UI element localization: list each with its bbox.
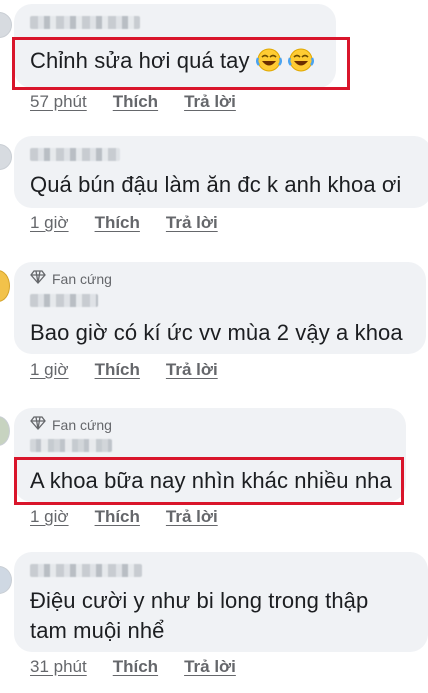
diamond-icon <box>30 270 46 287</box>
diamond-icon <box>30 416 46 433</box>
avatar[interactable] <box>0 12 12 38</box>
like-button[interactable]: Thích <box>95 507 140 527</box>
comment-actions: 1 giờ Thích Trả lời <box>30 360 218 380</box>
comment-actions: 57 phút Thích Trả lời <box>30 92 236 112</box>
author-name[interactable] <box>30 148 120 161</box>
comment-actions: 1 giờ Thích Trả lời <box>30 507 218 527</box>
comment-text: Bao giờ có kí ức vv mùa 2 vậy a khoa <box>30 320 403 345</box>
like-button[interactable]: Thích <box>113 92 158 112</box>
author-name[interactable] <box>30 439 112 452</box>
avatar[interactable] <box>0 416 10 446</box>
like-button[interactable]: Thích <box>95 213 140 233</box>
reply-button[interactable]: Trả lời <box>166 360 218 380</box>
comment-time[interactable]: 1 giờ <box>30 360 69 380</box>
reply-button[interactable]: Trả lời <box>166 213 218 233</box>
fan-badge: Fan cứng <box>30 416 112 433</box>
comment-text-line-1: Điệu cười y như bi long trong thập <box>30 588 369 613</box>
comment-time[interactable]: 31 phút <box>30 657 87 677</box>
author-name[interactable] <box>30 564 142 577</box>
comment-actions: 31 phút Thích Trả lời <box>30 657 236 677</box>
comment-time[interactable]: 1 giờ <box>30 507 69 527</box>
reply-button[interactable]: Trả lời <box>184 657 236 677</box>
comment-text: Chỉnh sửa hơi quá tay <box>30 48 315 78</box>
reply-button[interactable]: Trả lời <box>184 92 236 112</box>
fan-badge-label: Fan cứng <box>52 416 112 433</box>
like-button[interactable]: Thích <box>113 657 158 677</box>
comment-text-line-2: tam muội nhể <box>30 618 165 643</box>
comment-time[interactable]: 1 giờ <box>30 213 69 233</box>
like-button[interactable]: Thích <box>95 360 140 380</box>
fan-badge: Fan cứng <box>30 270 112 287</box>
avatar[interactable] <box>0 270 10 302</box>
joy-emoji-icon <box>255 48 282 78</box>
avatar[interactable] <box>0 144 12 170</box>
fan-badge-label: Fan cứng <box>52 270 112 287</box>
author-name[interactable] <box>30 16 140 29</box>
comment-text: Quá bún đậu làm ăn đc k anh khoa ơi <box>30 172 402 197</box>
author-name[interactable] <box>30 294 98 307</box>
reply-button[interactable]: Trả lời <box>166 507 218 527</box>
comment-text: A khoa bữa nay nhìn khác nhiều nha <box>30 468 392 493</box>
comment-time[interactable]: 57 phút <box>30 92 87 112</box>
comment-text-content: Chỉnh sửa hơi quá tay <box>30 48 250 73</box>
avatar[interactable] <box>0 566 12 594</box>
comment-actions: 1 giờ Thích Trả lời <box>30 213 218 233</box>
joy-emoji-icon <box>288 48 315 78</box>
